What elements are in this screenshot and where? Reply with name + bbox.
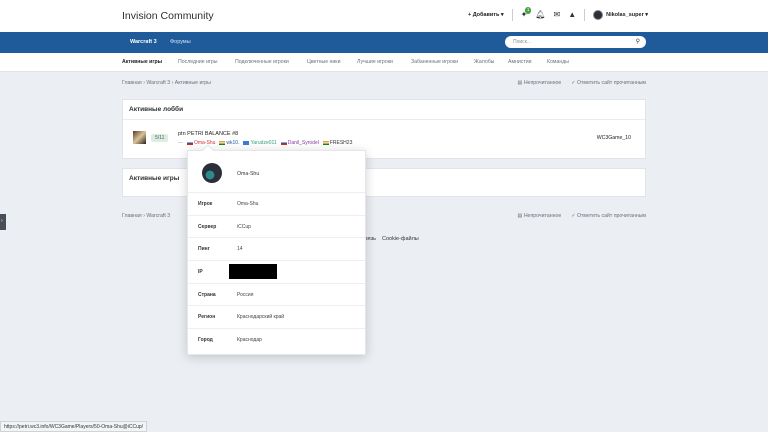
hovercard-row-ip: IP <box>188 261 365 284</box>
sub-navbar: Активные игры Последние игры Подключенны… <box>0 53 768 72</box>
header-divider <box>584 9 586 21</box>
player-link[interactable]: Danil_Syrodel <box>280 140 319 146</box>
lobby-name[interactable]: ptn PETRI BALANCE #8 <box>178 131 238 137</box>
unread-label: Непрочитанное <box>523 80 562 86</box>
warning-icon[interactable]: ▲ <box>568 11 576 19</box>
breadcrumb-bottom: Главная › Warcraft 3 <box>122 213 171 219</box>
main-navbar: Warcraft 3 Форумы Поиск... ⚲ <box>0 32 768 53</box>
player-name: Oma-Shu <box>194 140 216 146</box>
hovercard-row-ping: Пинг 14 <box>188 238 365 262</box>
row-value: Россия <box>237 291 254 298</box>
row-label: Город <box>198 337 213 344</box>
notification-badge: 1 <box>524 7 532 14</box>
player-name: wk10. <box>226 140 240 146</box>
username: Nikolas_super ▾ <box>606 12 648 18</box>
breadcrumb-home[interactable]: Главная <box>122 213 142 219</box>
header-divider <box>511 9 513 21</box>
row-label: Сервер <box>198 223 217 230</box>
tab-colored-nicks[interactable]: Цветные ники <box>307 59 340 65</box>
envelope-icon[interactable]: ✉ <box>553 11 560 19</box>
breadcrumb-warcraft3[interactable]: Warcraft 3 <box>146 213 170 219</box>
flag-icon <box>187 140 193 145</box>
tab-best-players[interactable]: Лучшие игроки <box>357 59 393 65</box>
row-label: Страна <box>198 291 216 298</box>
players-prefix: — <box>178 140 183 146</box>
footer-links: связь Cookie-файлы <box>362 236 419 242</box>
avatar[interactable] <box>202 163 222 183</box>
hovercard-row-server: Сервер iCCup <box>188 216 365 239</box>
mark-read-label: Отметить сайт прочитанным <box>577 80 646 86</box>
hovercard-row-city: Город Краснодар <box>188 329 365 352</box>
search-placeholder: Поиск... <box>513 39 532 45</box>
player-link[interactable]: Oma-Shu <box>187 140 215 146</box>
tab-banned-players[interactable]: Забаненные игроки <box>411 59 458 65</box>
row-label: Игрок <box>198 201 213 207</box>
footer-cookies-link[interactable]: Cookie-файлы <box>382 236 419 242</box>
breadcrumb: Главная › Warcraft 3 › Активные игры <box>122 80 211 86</box>
redacted-ip <box>229 264 277 280</box>
nav-warcraft3[interactable]: Warcraft 3 <box>130 39 157 45</box>
site-title[interactable]: Invision Community <box>122 10 214 22</box>
breadcrumb-home[interactable]: Главная <box>122 80 142 86</box>
row-value: Краснодарский край <box>237 314 285 321</box>
unread-link[interactable]: ▤ Непрочитанное <box>517 80 561 86</box>
row-value: Oma-Shu <box>237 201 259 207</box>
hovercard-header: Oma-Shu <box>188 151 365 193</box>
reputation-icon[interactable]: ✦ 1 <box>521 7 532 19</box>
header-actions: + Добавить ▾ ✦ 1 🔔︎ ✉ ▲ Nikolas_super ▾ <box>468 7 648 21</box>
mark-read-link[interactable]: ✓ Отметить сайт прочитанным <box>571 213 646 219</box>
lobby-players: — Oma-Shu wk10. Yarudze011 Danil_Syrodel… <box>178 140 352 146</box>
hovercard-row-region: Регион Краснодарский край <box>188 306 365 330</box>
breadcrumb-actions: ▤ Непрочитанное ✓ Отметить сайт прочитан… <box>517 80 646 86</box>
player-link[interactable]: wk10. <box>219 140 239 146</box>
player-name: FRESH23 <box>329 140 353 146</box>
tab-recent-games[interactable]: Последние игры <box>178 59 218 65</box>
tab-connected-players[interactable]: Подключенные игроки <box>235 59 289 65</box>
mark-read-label: Отметить сайт прочитанным <box>577 213 646 219</box>
lobby-host: WC3Game_10 <box>596 135 631 141</box>
breadcrumb-active-games: Активные игры <box>174 80 211 86</box>
flag-icon <box>243 140 250 145</box>
hovercard-row-country: Страна Россия <box>188 284 365 307</box>
tab-complaints[interactable]: Жалобы <box>474 59 494 65</box>
unread-link[interactable]: ▤ Непрочитанное <box>517 213 561 219</box>
tab-active-games[interactable]: Активные игры <box>122 59 162 65</box>
player-hovercard: Oma-Shu Игрок Oma-Shu Сервер iCCup Пинг … <box>187 144 366 355</box>
tab-teams[interactable]: Команды <box>547 59 569 65</box>
player-link[interactable]: FRESH23 <box>322 140 353 146</box>
map-thumbnail <box>133 131 146 144</box>
player-name: Danil_Syrodel <box>287 140 319 146</box>
search-icon[interactable]: ⚲ <box>636 38 640 45</box>
flag-icon <box>322 140 329 145</box>
search-input[interactable]: Поиск... ⚲ <box>505 36 646 48</box>
chevron-right-icon: › <box>1 218 3 224</box>
breadcrumb-warcraft3[interactable]: Warcraft 3 <box>146 80 170 86</box>
avatar <box>593 10 604 20</box>
row-label: Регион <box>198 314 216 321</box>
hovercard-name[interactable]: Oma-Shu <box>237 171 259 177</box>
flag-icon <box>280 140 287 145</box>
bell-icon[interactable]: 🔔︎ <box>535 11 545 19</box>
row-value: iCCup <box>237 223 251 230</box>
status-bar-url: https://petri.wc3.info/WC3Game/Players/5… <box>0 421 148 432</box>
add-button[interactable]: + Добавить ▾ <box>468 12 504 18</box>
unread-label: Непрочитанное <box>523 213 562 219</box>
row-value: 14 <box>237 246 243 253</box>
player-link[interactable]: Yarudze011 <box>243 140 277 146</box>
flag-icon <box>219 140 226 145</box>
site-header: Invision Community + Добавить ▾ ✦ 1 🔔︎ ✉ … <box>0 0 768 32</box>
mark-read-link[interactable]: ✓ Отметить сайт прочитанным <box>571 80 646 86</box>
user-menu[interactable]: Nikolas_super ▾ <box>593 10 648 20</box>
lobbies-title: Активные лобби <box>123 100 645 120</box>
row-label: Пинг <box>198 246 210 253</box>
nav-forums[interactable]: Форумы <box>170 39 191 45</box>
breadcrumb-actions-bottom: ▤ Непрочитанное ✓ Отметить сайт прочитан… <box>517 213 646 219</box>
row-label: IP <box>198 269 203 276</box>
side-panel-toggle[interactable]: › <box>0 214 6 230</box>
row-value: Краснодар <box>237 337 262 344</box>
slots-badge: 5/11 <box>151 134 169 142</box>
player-name: Yarudze011 <box>250 140 277 146</box>
hovercard-row-player: Игрок Oma-Shu <box>188 193 365 216</box>
tab-amnesties[interactable]: Амнистии <box>508 59 532 65</box>
